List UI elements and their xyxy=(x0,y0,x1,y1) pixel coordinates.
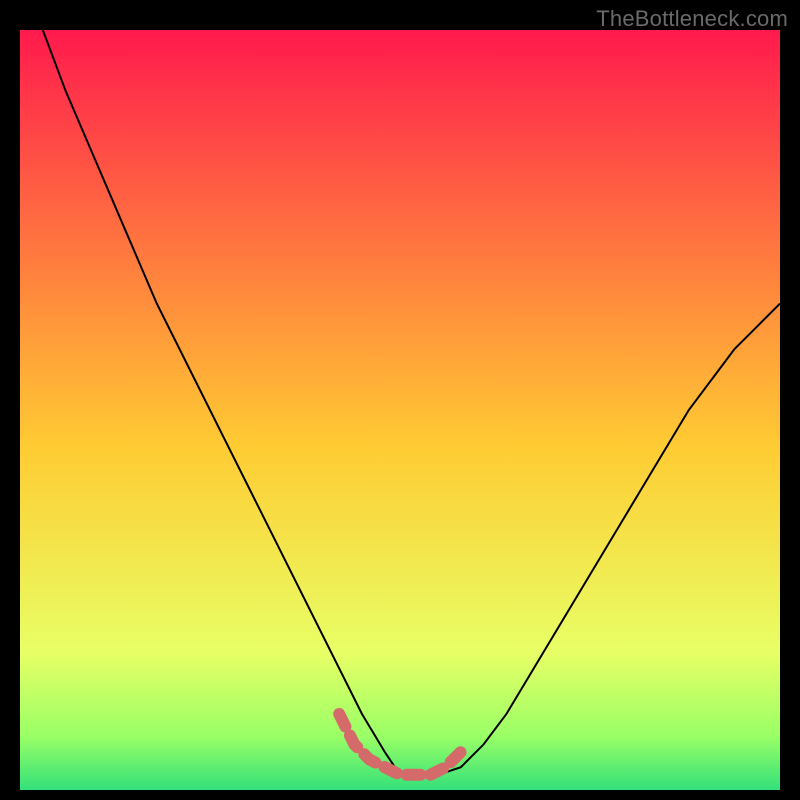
watermark-text: TheBottleneck.com xyxy=(596,6,788,32)
chart-frame: TheBottleneck.com xyxy=(0,0,800,800)
bottleneck-chart xyxy=(20,30,780,790)
gradient-background xyxy=(20,30,780,790)
